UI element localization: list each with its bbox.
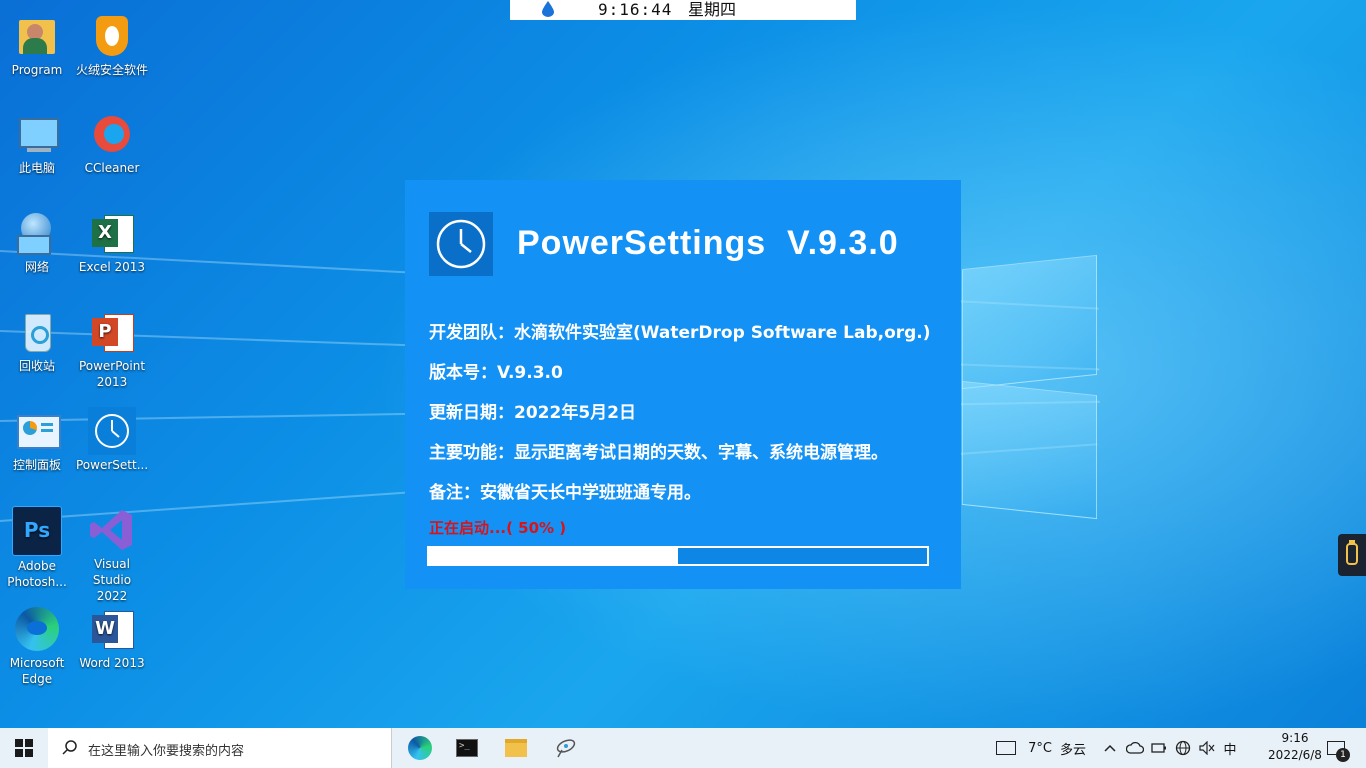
file-explorer-icon <box>505 739 527 757</box>
search-placeholder: 在这里输入你要搜索的内容 <box>88 744 245 759</box>
taskbar-app-edge[interactable] <box>400 728 440 768</box>
desktop-icon-label: PowerPoint 2013 <box>78 359 146 389</box>
taskbar-app-file-explorer[interactable] <box>496 728 536 768</box>
photoshop-icon: Ps <box>12 506 62 556</box>
desktop-icon-control-panel[interactable]: 控制面板 <box>1 399 73 473</box>
desktop-icon-label: Adobe Photosh... <box>7 559 67 589</box>
excel-icon: X <box>88 209 136 257</box>
desktop-icon-label: 网络 <box>24 260 49 274</box>
desktop-icon-label: 此电脑 <box>18 161 55 175</box>
taskbar-time: 9:16 <box>1281 731 1309 745</box>
desktop-icon-photoshop[interactable]: Ps Adobe Photosh... <box>1 498 73 590</box>
taskbar-app-terminal[interactable]: >_ <box>447 728 487 768</box>
news-widget-icon[interactable] <box>992 728 1020 768</box>
taskbar-date: 2022/6/8 <box>1268 748 1322 762</box>
start-button[interactable] <box>0 728 48 768</box>
water-drop-icon <box>542 1 554 17</box>
chevron-up-icon[interactable] <box>1100 728 1120 768</box>
progress-fill <box>429 548 678 564</box>
visual-studio-icon <box>88 506 136 554</box>
terminal-icon: >_ <box>456 739 478 757</box>
desktop-icon-label: Program <box>11 63 63 77</box>
usb-drive-icon <box>1346 540 1358 565</box>
desktop-icon-label: Microsoft Edge <box>9 656 65 686</box>
cloud-sync-icon[interactable] <box>1124 728 1146 768</box>
desktop-icon-recycle-bin[interactable]: 回收站 <box>1 300 73 374</box>
desktop-icon-ccleaner[interactable]: CCleaner <box>76 102 148 176</box>
desktop-icon-label: 控制面板 <box>12 458 61 472</box>
desktop-icon-excel[interactable]: X Excel 2013 <box>76 201 148 275</box>
desktop-icon-this-pc[interactable]: 此电脑 <box>1 102 73 176</box>
desktop-icon-visual-studio[interactable]: Visual Studio 2022 <box>76 498 148 604</box>
clock-time: 9:16:44 <box>598 0 673 19</box>
ccleaner-icon <box>88 110 136 158</box>
powersettings-splash-dialog: PowerSettings V.9.3.0 开发团队：水滴软件实验室(Water… <box>405 180 961 589</box>
desktop-icon-label: PowerSett... <box>76 458 149 472</box>
taskbar-clock[interactable]: 9:16 2022/6/8 <box>1260 730 1330 764</box>
side-widget-tab[interactable] <box>1338 534 1366 576</box>
desktop-icon-edge[interactable]: Microsoft Edge <box>1 597 73 687</box>
powerpoint-icon: P <box>88 308 136 356</box>
splash-title: PowerSettings V.9.3.0 <box>517 224 899 262</box>
splash-version: 版本号：V.9.3.0 <box>429 363 563 383</box>
clock-icon <box>429 212 493 276</box>
splash-team: 开发团队：水滴软件实验室(WaterDrop Software Lab,org.… <box>429 323 931 343</box>
startup-status: 正在启动...( 50% ) <box>429 519 567 537</box>
word-icon: W <box>88 605 136 653</box>
volume-muted-icon[interactable] <box>1196 728 1218 768</box>
desktop-icon-powersettings[interactable]: PowerSett... <box>76 399 148 473</box>
desktop-icon-label: Excel 2013 <box>78 260 146 274</box>
taskbar-app-satellite[interactable] <box>545 728 585 768</box>
notification-icon: 1 <box>1327 741 1350 762</box>
notification-center-button[interactable]: 1 <box>1322 728 1350 768</box>
notification-badge: 1 <box>1336 748 1350 762</box>
desktop-icon-label: 回收站 <box>18 359 55 373</box>
startup-progress-bar <box>427 546 929 566</box>
clock-icon <box>88 407 136 455</box>
clock-weekday: 星期四 <box>688 0 737 19</box>
desktop-icon-network[interactable]: 网络 <box>1 201 73 275</box>
weather-temp[interactable]: 7°C <box>1024 728 1056 768</box>
satellite-icon <box>556 739 576 758</box>
computer-icon <box>13 110 61 158</box>
network-globe-icon[interactable] <box>1172 728 1194 768</box>
windows-logo-icon <box>15 739 33 757</box>
taskbar-search-box[interactable]: 在这里输入你要搜索的内容 <box>48 728 392 768</box>
desktop-icon-label: Word 2013 <box>79 656 145 670</box>
battery-plug-icon[interactable] <box>1148 728 1170 768</box>
logo-pane-top <box>962 254 1097 390</box>
huorong-shield-icon <box>88 12 136 60</box>
edge-icon <box>408 736 432 760</box>
edge-icon <box>13 605 61 653</box>
input-method-indicator[interactable]: 中 <box>1220 728 1240 768</box>
top-clock-widget: 9:16:44 星期四 <box>510 0 856 20</box>
splash-features: 主要功能：显示距离考试日期的天数、字幕、系统电源管理。 <box>429 443 888 463</box>
desktop-icon-label: 火绒安全软件 <box>76 63 149 77</box>
desktop-icon-powerpoint[interactable]: P PowerPoint 2013 <box>76 300 148 390</box>
splash-update-date: 更新日期：2022年5月2日 <box>429 403 636 423</box>
recycle-bin-icon <box>13 308 61 356</box>
weather-condition[interactable]: 多云 <box>1056 728 1090 768</box>
splash-note: 备注：安徽省天长中学班班通专用。 <box>429 483 701 503</box>
desktop-icon-label: CCleaner <box>84 161 140 175</box>
taskbar: 在这里输入你要搜索的内容 >_ 7°C 多云 中 9:16 2022/6/8 1 <box>0 728 1366 768</box>
desktop-icon-program[interactable]: Program <box>1 4 73 78</box>
logo-pane-bottom <box>962 380 1097 520</box>
search-icon <box>62 740 77 755</box>
network-icon <box>13 209 61 257</box>
desktop-icon-word[interactable]: W Word 2013 <box>76 597 148 671</box>
control-panel-icon <box>13 407 61 455</box>
desktop-icon-huorong[interactable]: 火绒安全软件 <box>76 4 148 78</box>
user-folder-icon <box>13 12 61 60</box>
